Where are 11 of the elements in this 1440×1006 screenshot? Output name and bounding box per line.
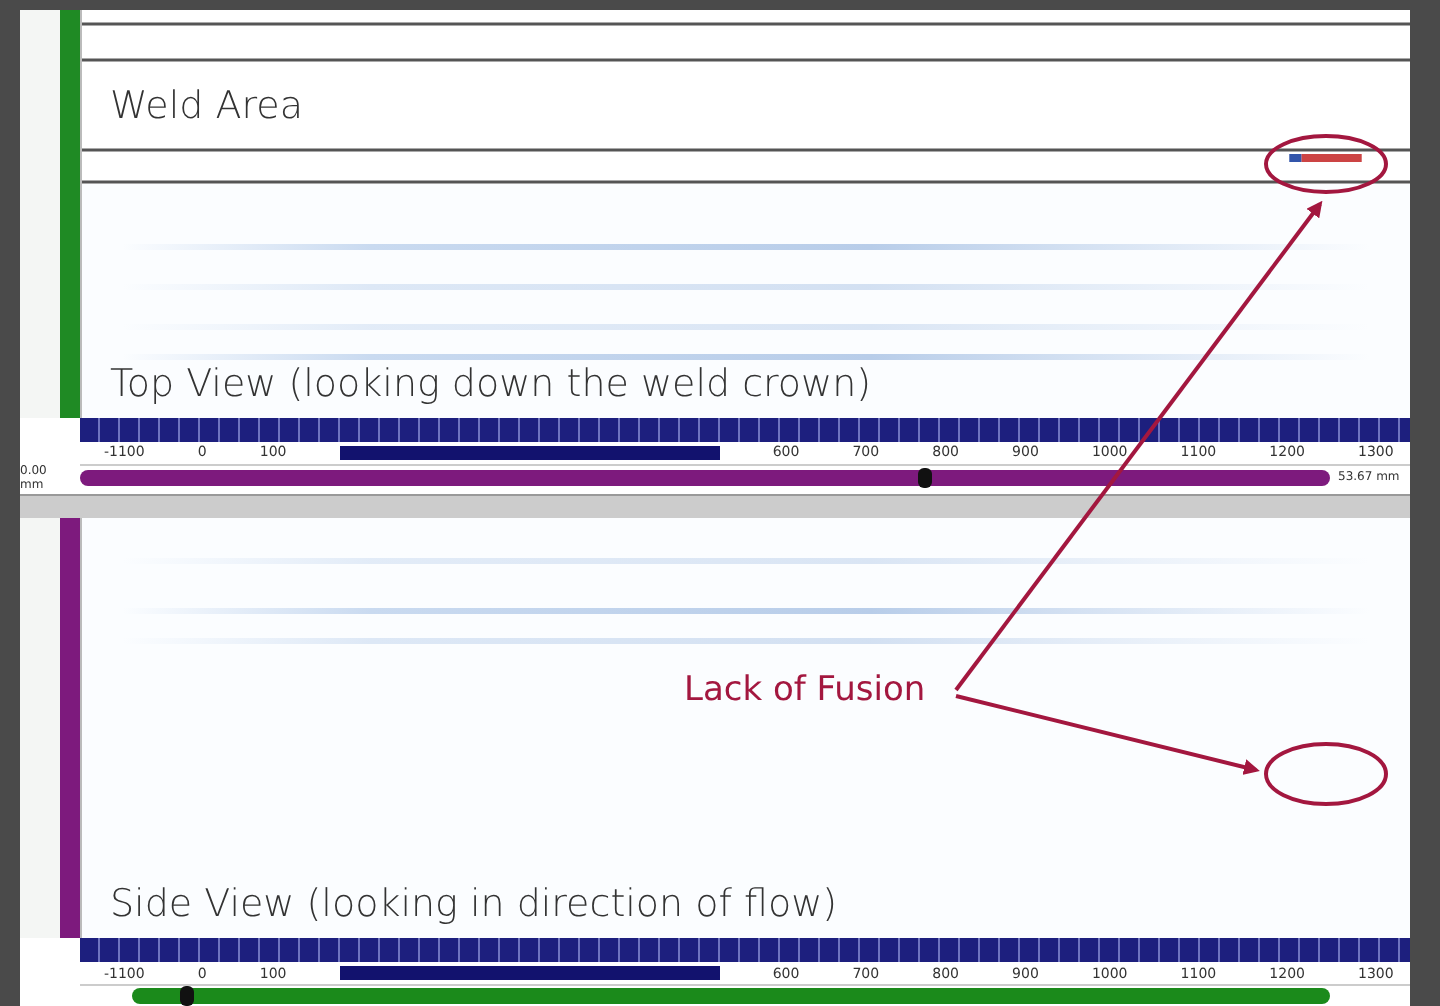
- callout-ellipse: [1264, 134, 1388, 194]
- side-view-label: Side View (looking in direction of flow): [110, 882, 838, 927]
- slider-thumb[interactable]: [917, 467, 932, 488]
- position-slider[interactable]: [132, 988, 1330, 1005]
- top-view-label: Top View (looking down the weld crown): [110, 361, 872, 406]
- lack-of-fusion-label: Lack of Fusion: [684, 670, 926, 710]
- weld-area-label: Weld Area: [110, 84, 303, 128]
- defect-indication-icon: [1289, 154, 1362, 162]
- callout-ellipse: [1264, 742, 1388, 806]
- slider-thumb[interactable]: [179, 986, 194, 1006]
- position-slider[interactable]: [80, 469, 1330, 486]
